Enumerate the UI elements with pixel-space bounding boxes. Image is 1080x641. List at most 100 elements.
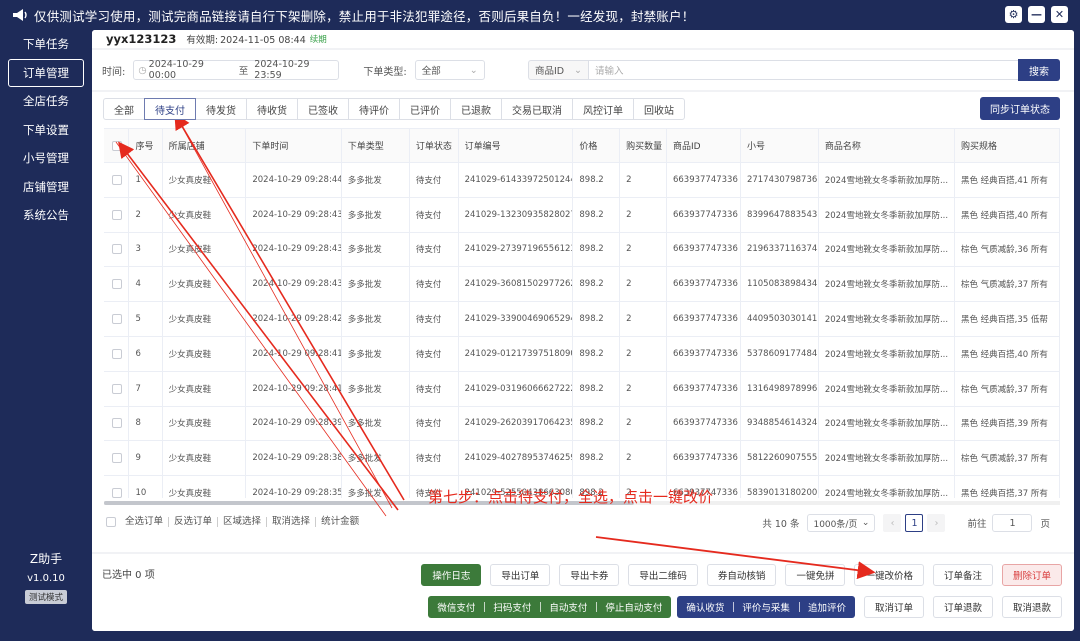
tab-11[interactable]: 回收站 [633,98,685,120]
receive-button-2[interactable]: 评价与采集 [733,596,799,618]
refund-button-2[interactable]: 订单退款 [932,596,993,618]
action-panel: 已选中 0 项 操作日志 导出订单 导出卡券 导出二维码 券自动核销 一键免拼 一键改价格订… [92,554,1074,631]
payment-group: 微信支付 扫码支付 自动支付 停止自动支付 [428,596,672,618]
tab-5[interactable]: 已签收 [297,98,349,120]
operation-log-button[interactable]: 操作日志 [421,564,482,586]
table-cell: 2 [620,336,667,371]
minimize-icon[interactable]: — [1028,6,1045,23]
table-cell: 2024-10-29 09:28:39 [246,406,342,441]
sidebar-item-5[interactable]: 小号管理 [0,144,92,173]
footer-link-5[interactable]: 统计金额 [316,517,364,527]
close-icon[interactable]: ✕ [1051,6,1068,23]
tab-1[interactable]: 全部 [103,98,145,120]
settings-icon[interactable]: ⚙ [1005,6,1022,23]
row-checkbox[interactable] [112,174,122,185]
table-cell: 2024-10-29 09:28:44 [246,163,342,197]
table-cell: 少女真皮鞋 [163,302,247,336]
table-cell: 2024雪地靴女冬季新款加厚防... [819,232,955,267]
row-checkbox[interactable] [112,209,122,220]
select-all-cell [104,129,130,162]
row-checkbox-cell [104,441,130,476]
table-row[interactable]: 8 少女真皮鞋 2024-10-29 09:28:39 多多批发 待支付 241029-2… [104,406,1060,442]
payment-button-1[interactable]: 微信支付 [428,596,484,618]
table-cell: 黑色 经典百搭,35 低帮 [955,302,1060,336]
filter-bar: 时间: ◷ 2024-10-29 00:00 至 2024-10-29 23:5… [92,50,1074,90]
sidebar: 下单任务 订单管理 全店任务 下单设置 小号管理 店铺管理 系统公告 Z助手 v1.0.10… [0,30,92,641]
action-button-2[interactable]: 导出卡券 [559,564,620,586]
table-row[interactable]: 6 少女真皮鞋 2024-10-29 09:28:41 多多批发 待支付 241029-0… [104,336,1060,372]
warning-notice: 仅供测试学习使用，测试完商品链接请自行下架删除，禁止用于非法犯罪途径，否则后果自… [34,8,695,24]
row-checkbox[interactable] [112,488,122,498]
order-type-value: 全部 [421,66,441,77]
row-checkbox[interactable] [112,453,122,464]
row-checkbox[interactable] [112,279,122,290]
footer-link-2[interactable]: 反选订单 [169,517,219,527]
sidebar-item-4[interactable]: 下单设置 [0,116,92,145]
sidebar-item-6[interactable]: 店铺管理 [0,173,92,202]
sidebar-item-7[interactable]: 系统公告 [0,201,92,230]
table-row[interactable]: 5 少女真皮鞋 2024-10-29 09:28:42 多多批发 待支付 241029-3… [104,302,1060,337]
row-checkbox[interactable] [112,418,122,429]
table-cell: 少女真皮鞋 [163,406,247,441]
page-number[interactable]: 1 [905,514,924,532]
refund-button-3[interactable]: 取消退款 [1001,596,1062,618]
row-checkbox-cell [104,336,130,371]
tab-4[interactable]: 待收货 [246,98,298,120]
action-button-1[interactable]: 导出订单 [490,564,551,586]
table-row[interactable]: 1 少女真皮鞋 2024-10-29 09:28:44 多多批发 待支付 241029-6… [104,163,1060,198]
table-cell: 663937747336 [667,371,741,406]
table-cell: 2 [620,163,667,197]
tab-10[interactable]: 风控订单 [572,98,634,120]
order-type-select[interactable]: 全部 ⌄ [414,60,485,80]
action-button-6[interactable]: 一键改价格 [854,564,924,586]
payment-button-3[interactable]: 自动支付 [540,596,596,618]
sidebar-item-3[interactable]: 全店任务 [0,87,92,116]
table-cell: 棕色 气质减龄,37 所有 [955,371,1060,406]
goto-input[interactable]: 1 [992,514,1033,532]
tab-9[interactable]: 交易已取消 [501,98,573,120]
next-page-icon[interactable]: › [927,514,946,532]
footer-link-3[interactable]: 区域选择 [218,517,268,527]
table-row[interactable]: 3 少女真皮鞋 2024-10-29 09:28:43 多多批发 待支付 241029-2… [104,232,1060,268]
row-checkbox[interactable] [112,383,122,394]
tab-2[interactable]: 待支付 [144,98,196,120]
table-cell: 5839013180200 [741,476,819,498]
sidebar-item-1[interactable]: 下单任务 [0,30,92,59]
page-size-select[interactable]: 1000条/页 ⌄ [807,514,876,532]
action-button-3[interactable]: 导出二维码 [628,564,698,586]
action-button-5[interactable]: 一键免拼 [785,564,846,586]
table-row[interactable]: 4 少女真皮鞋 2024-10-29 09:28:43 多多批发 待支付 241029-3… [104,267,1060,303]
row-checkbox[interactable] [112,348,122,359]
renew-link[interactable]: 续期 [310,33,327,45]
prev-page-icon[interactable]: ‹ [883,514,902,532]
tab-7[interactable]: 已评价 [399,98,451,120]
table-row[interactable]: 2 少女真皮鞋 2024-10-29 09:28:43 多多批发 待支付 241029-1… [104,197,1060,233]
delete-order-button[interactable]: 删除订单 [1001,564,1062,586]
table-cell: 少女真皮鞋 [163,267,247,302]
footer-link-4[interactable]: 取消选择 [267,517,317,527]
action-button-4[interactable]: 券自动核销 [706,564,777,586]
tab-8[interactable]: 已退款 [450,98,502,120]
tab-6[interactable]: 待评价 [348,98,400,120]
sync-status-button[interactable]: 同步订单状态 [980,97,1060,120]
orders-panel: 全部 待支付 待发货 待收货 已签收 待评价 已评价 已退款 交易已取消 风控订单 回收站 同步订单… [92,92,1074,552]
refund-button-1[interactable]: 取消订单 [863,596,924,618]
search-field-select[interactable]: 商品ID ⌄ [528,60,588,80]
payment-button-2[interactable]: 扫码支付 [484,596,540,618]
table-row[interactable]: 7 少女真皮鞋 2024-10-29 09:28:41 多多批发 待支付 241029-0… [104,371,1060,407]
receive-button-1[interactable]: 确认收货 [677,596,733,618]
tab-3[interactable]: 待发货 [195,98,247,120]
table-row[interactable]: 9 少女真皮鞋 2024-10-29 09:28:38 多多批发 待支付 241029-4… [104,441,1060,477]
date-range-picker[interactable]: ◷ 2024-10-29 00:00 至 2024-10-29 23:59 [133,59,340,81]
footer-checkbox[interactable] [106,517,116,527]
payment-button-4[interactable]: 停止自动支付 [596,596,671,618]
search-button[interactable]: 搜索 [1018,59,1060,81]
row-checkbox[interactable] [112,314,122,325]
receive-button-3[interactable]: 追加评价 [798,596,855,618]
row-checkbox[interactable] [112,244,122,255]
footer-link-1[interactable]: 全选订单 [120,517,170,527]
sidebar-item-2[interactable]: 订单管理 [8,58,84,87]
search-input[interactable]: 请输入 [588,60,1018,80]
select-all-checkbox[interactable] [112,140,122,151]
action-button-7[interactable]: 订单备注 [932,564,993,586]
